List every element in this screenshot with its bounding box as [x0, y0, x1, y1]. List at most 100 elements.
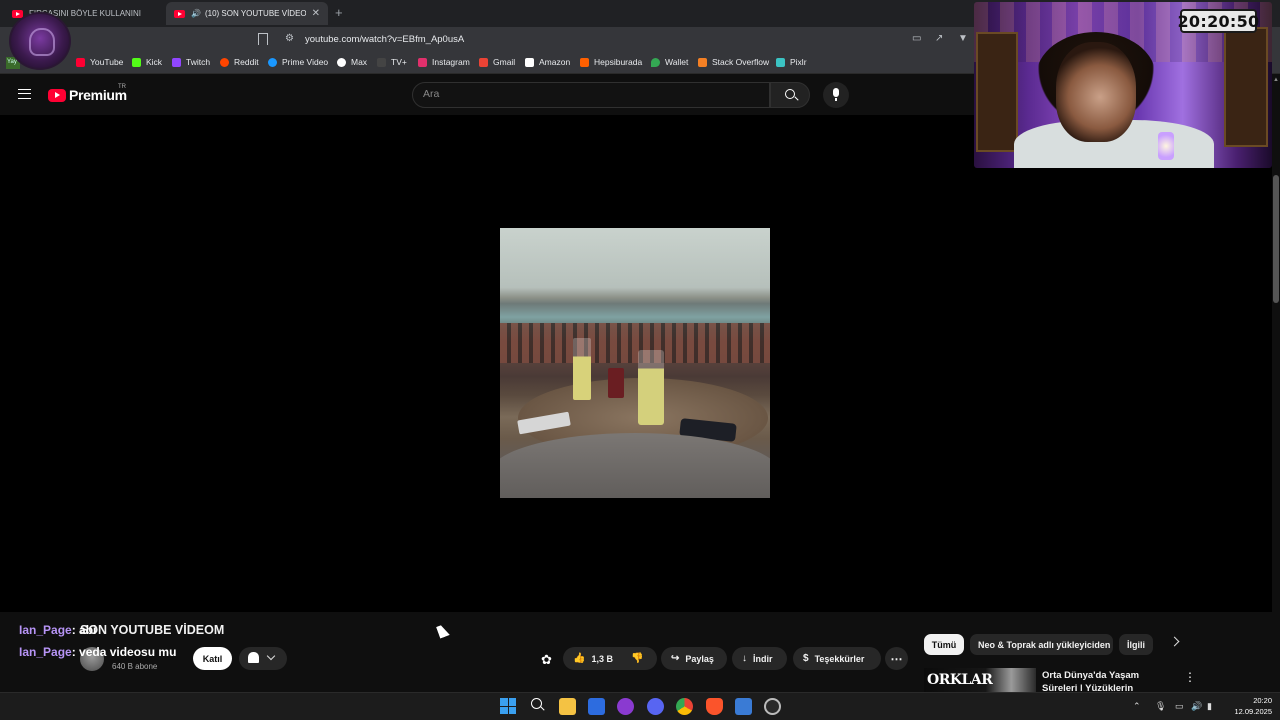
webcam-banner [976, 32, 1018, 152]
bookmark-gmail[interactable]: Gmail [479, 57, 515, 67]
file-explorer-icon[interactable] [559, 698, 576, 715]
menu-icon[interactable] [18, 89, 31, 99]
more-icon: ⋯ [890, 651, 903, 666]
pixlr-icon [776, 57, 785, 67]
recommendation-title[interactable]: Orta Dünya'da Yaşam Süreleri | Yüzükleri… [1042, 669, 1172, 691]
microsoft-store-icon[interactable] [588, 698, 605, 715]
join-button[interactable]: Katıl [193, 647, 232, 670]
bookmark-max[interactable]: Max [337, 57, 367, 67]
share-button[interactable]: ↪ Paylaş [661, 647, 727, 670]
video-scene-glass [608, 368, 624, 398]
search-input[interactable] [423, 88, 753, 100]
reddit-icon [220, 57, 229, 67]
taskbar-time: 20:20 [1253, 696, 1272, 705]
bookmark-stack-overflow[interactable]: Stack Overflow [698, 57, 769, 67]
bookmark-label: Pixlr [790, 57, 807, 67]
url-field[interactable]: youtube.com/watch?v=EBfm_Ap0usA [305, 34, 464, 45]
chip-related[interactable]: İlgili [1119, 634, 1153, 655]
thanks-label: Teşekkürler [814, 653, 865, 664]
discord-icon[interactable] [647, 698, 664, 715]
obs-icon[interactable] [617, 698, 634, 715]
tvplus-icon [377, 57, 386, 67]
chat-username: Ian_Page [19, 623, 72, 637]
like-dislike-group[interactable]: 👍 1,3 B 👎 [563, 647, 657, 670]
browser-tab-label: (10) SON YOUTUBE VİDEOM [204, 9, 306, 18]
more-actions-button[interactable]: ⋯ [885, 647, 908, 670]
youtube-logo-icon [48, 88, 66, 102]
bookmark-label: Prime Video [282, 57, 329, 67]
bookmark-wallet[interactable]: Wallet [651, 57, 688, 67]
bookmark-tvplus[interactable]: TV+ [377, 57, 407, 67]
thanks-button[interactable]: $ Teşekkürler [793, 647, 881, 670]
taskbar-clock[interactable]: 20:20 12.09.2025 [1226, 695, 1272, 717]
chrome-icon[interactable] [676, 698, 693, 715]
taskbar-search-icon[interactable] [531, 698, 542, 709]
video-player[interactable] [0, 115, 1272, 612]
stream-logo-avatar [9, 12, 71, 70]
like-count: 1,3 B [591, 653, 613, 664]
bookmark-label: Gmail [493, 57, 516, 67]
bookmark-hepsiburada[interactable]: Hepsiburada [580, 57, 642, 67]
video-scene-glass [573, 338, 591, 400]
video-scene-legs [500, 433, 770, 498]
cast-icon[interactable]: ▭ [912, 33, 921, 44]
video-title: SON YOUTUBE VİDEOM [80, 623, 225, 637]
hepsiburada-icon [580, 57, 589, 67]
mouse-cursor-icon [436, 623, 450, 639]
more-vert-icon[interactable]: ⋮ [1184, 670, 1196, 684]
super-thanks-icon: $ [803, 653, 809, 664]
bookmark-kick[interactable]: Kick [132, 57, 162, 67]
twitch-icon [172, 57, 181, 67]
search-button[interactable] [770, 82, 810, 108]
bell-icon [248, 652, 259, 663]
subscriber-count: 640 B abone [112, 662, 158, 671]
search-box [412, 82, 770, 108]
bookmark-prime-video[interactable]: Prime Video [268, 57, 328, 67]
tray-chevron-up-icon[interactable]: ⌃ [1133, 701, 1141, 712]
youtube-premium-logo[interactable]: Premium TR [48, 84, 127, 103]
voice-search-button[interactable] [823, 82, 849, 108]
tray-network-icon[interactable]: ▭ [1175, 701, 1184, 712]
tray-volume-icon[interactable]: 🔊 [1191, 701, 1202, 712]
chip-from-uploader[interactable]: Neo & Toprak adlı yükleyiciden [970, 634, 1113, 655]
scrollbar-thumb[interactable] [1273, 175, 1279, 303]
page-scrollbar[interactable]: ▲ [1272, 75, 1280, 692]
bookmark-pixlr[interactable]: Pixlr [776, 57, 807, 67]
close-tab-icon[interactable]: ✕ [312, 8, 320, 19]
bookmark-twitch[interactable]: Twitch [172, 57, 210, 67]
bookmark-icon[interactable] [258, 33, 268, 45]
windows-taskbar: ⌃ 🎙 ▭ 🔊 ▮ 20:20 12.09.2025 [0, 692, 1280, 720]
steam-icon[interactable] [764, 698, 781, 715]
tray-microphone-icon[interactable]: 🎙 [1155, 701, 1166, 712]
windows-start-icon[interactable] [500, 698, 516, 714]
video-scene-glass [638, 350, 664, 425]
like-icon[interactable]: 👍 [573, 653, 585, 664]
chip-all[interactable]: Tümü [924, 634, 964, 655]
amazon-icon [525, 57, 534, 67]
download-button[interactable]: ↓ İndir [732, 647, 787, 670]
bookmark-instagram[interactable]: Instagram [418, 57, 470, 67]
brave-shield-icon[interactable]: ▼ [958, 33, 968, 44]
share-page-icon[interactable]: ↗ [935, 33, 943, 44]
chevron-right-icon[interactable] [1169, 636, 1180, 647]
dislike-icon[interactable]: 👎 [631, 653, 643, 664]
bookmark-reddit[interactable]: Reddit [220, 57, 259, 67]
clip-icon[interactable]: ✿ [541, 652, 552, 668]
recommendation-thumbnail[interactable]: ORKLAR [924, 668, 1036, 692]
bookmark-youtube[interactable]: YouTube [76, 57, 123, 67]
instagram-icon [418, 57, 427, 67]
brave-icon[interactable] [706, 698, 723, 715]
bookmark-amazon[interactable]: Amazon [525, 57, 570, 67]
tray-battery-icon[interactable]: ▮ [1207, 701, 1212, 712]
site-info-icon[interactable]: ⚙ [285, 33, 294, 44]
webcam-person-face [1056, 42, 1136, 142]
browser-tab-active[interactable]: 🔊 (10) SON YOUTUBE VİDEOM ✕ [166, 2, 328, 25]
video-frame [500, 228, 770, 498]
audio-playing-icon[interactable]: 🔊 [191, 9, 201, 18]
app-icon[interactable] [735, 698, 752, 715]
new-tab-icon[interactable]: + [335, 5, 343, 20]
region-code: TR [118, 84, 126, 90]
bookmark-label: Instagram [432, 57, 470, 67]
scroll-up-icon[interactable]: ▲ [1273, 77, 1279, 83]
notifications-button[interactable] [239, 647, 287, 670]
